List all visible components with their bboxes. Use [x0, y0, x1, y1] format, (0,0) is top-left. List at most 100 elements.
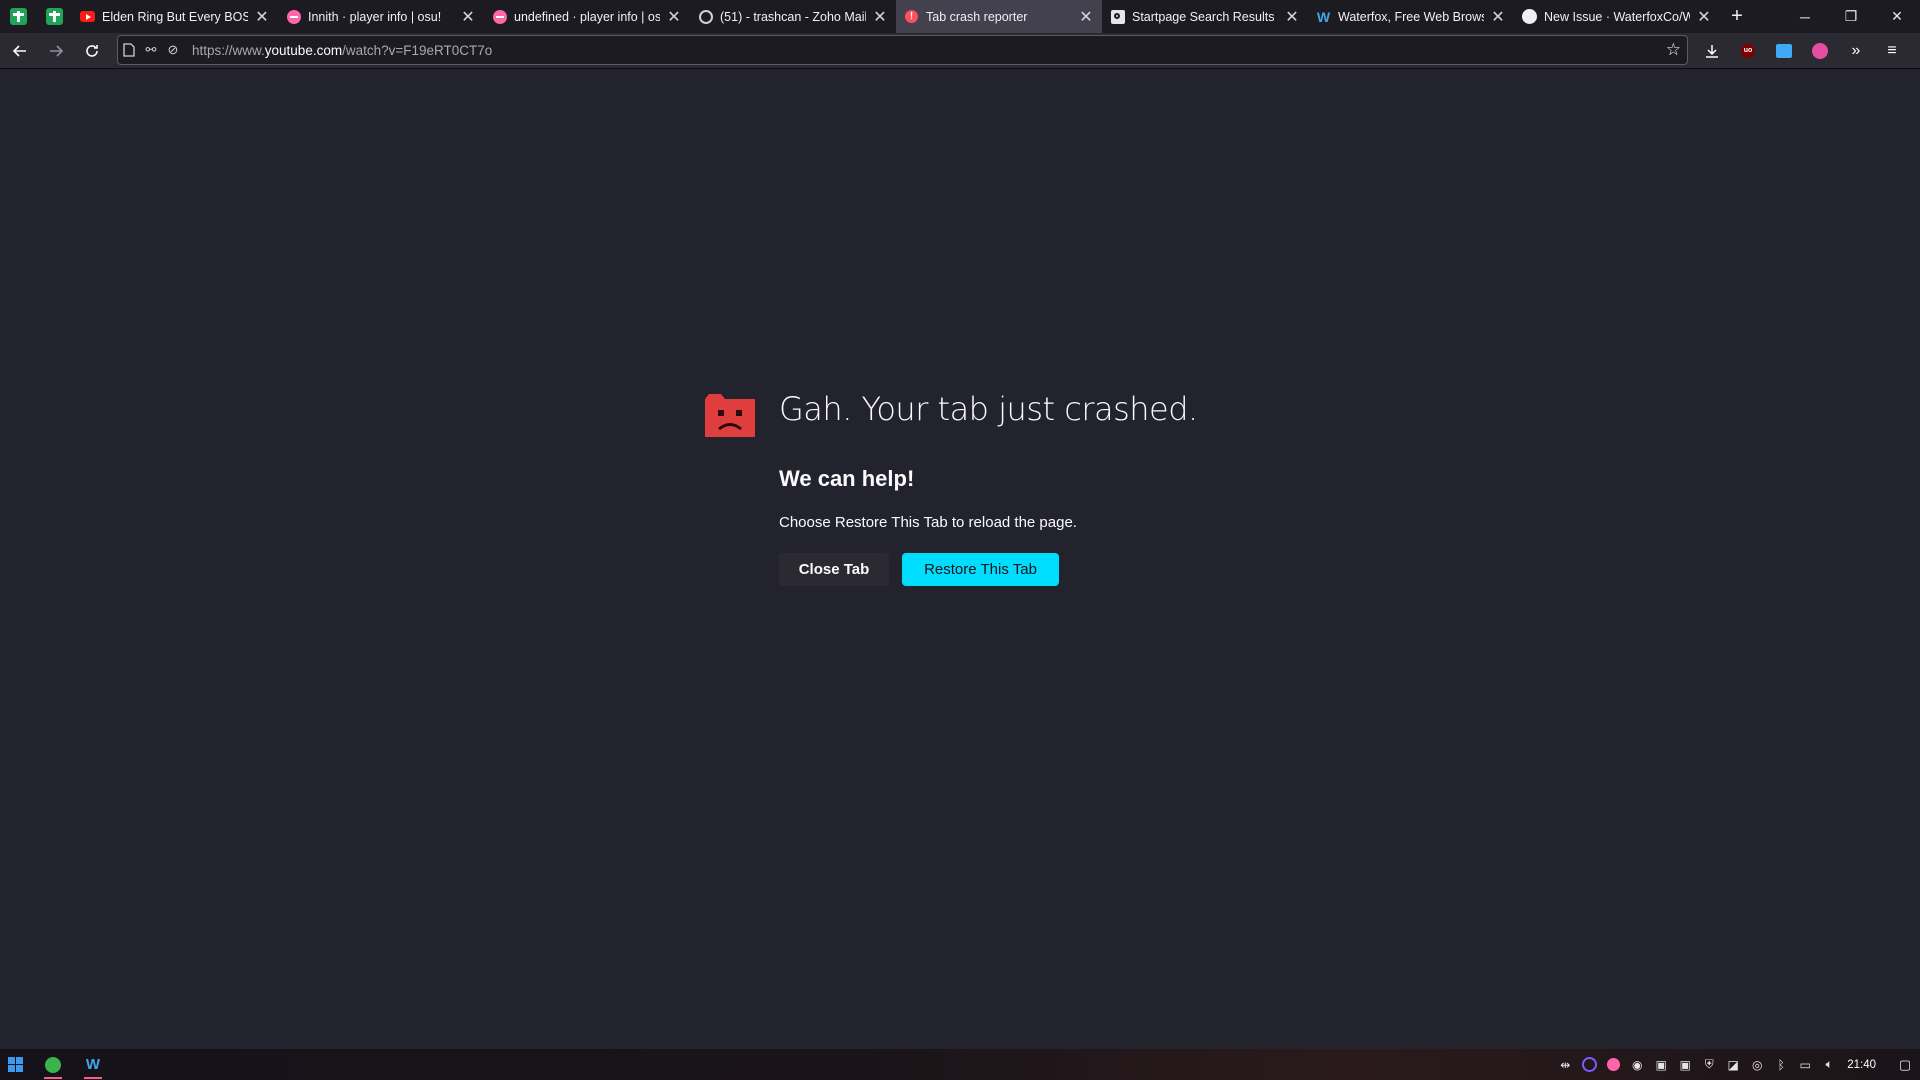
- extension-button[interactable]: [1766, 35, 1802, 67]
- window-controls: ─ ❐ ✕: [1782, 0, 1920, 33]
- minimize-button[interactable]: ─: [1782, 0, 1828, 33]
- restore-tab-button[interactable]: Restore This Tab: [902, 553, 1059, 586]
- ublock-icon: uo: [1741, 44, 1755, 58]
- tab-label: Elden Ring But Every BOSS I: [102, 9, 248, 24]
- sheets-icon: [45, 8, 63, 25]
- avatar-icon: [1812, 43, 1828, 59]
- clock[interactable]: 21:40: [1847, 1059, 1876, 1071]
- forward-button[interactable]: [40, 35, 72, 67]
- taskbar-app-1[interactable]: [36, 1049, 70, 1080]
- url-prefix: https://www.: [192, 42, 265, 58]
- warning-icon: !: [904, 9, 919, 24]
- tray-app-icon[interactable]: ◪: [1721, 1058, 1745, 1072]
- pinned-tab-1[interactable]: [0, 0, 36, 33]
- new-tab-button[interactable]: +: [1720, 0, 1754, 33]
- page-icon[interactable]: [118, 43, 140, 57]
- app-menu-button[interactable]: ≡: [1874, 35, 1910, 67]
- sheets-icon: [9, 8, 27, 25]
- tab-osu-undefined[interactable]: undefined · player info | osu! ✕: [484, 0, 690, 33]
- tray-app-icon[interactable]: ▣: [1673, 1058, 1697, 1072]
- tab-strip: Elden Ring But Every BOSS I ✕ Innith · p…: [0, 0, 1920, 33]
- close-tab-icon[interactable]: ✕: [1078, 9, 1094, 26]
- tab-list: Elden Ring But Every BOSS I ✕ Innith · p…: [72, 0, 1720, 33]
- tab-zoho-mail[interactable]: (51) - trashcan - Zoho Mail ( ✕: [690, 0, 896, 33]
- reload-icon: [86, 44, 98, 57]
- waterfox-icon: W: [85, 1056, 101, 1073]
- tab-label: (51) - trashcan - Zoho Mail (: [720, 9, 866, 24]
- osu-icon: [286, 9, 301, 24]
- close-tab-icon[interactable]: ✕: [1696, 9, 1712, 26]
- url-bar[interactable]: ⚯ ⊘ https://www.youtube.com/watch?v=F19e…: [117, 35, 1688, 65]
- url-text[interactable]: https://www.youtube.com/watch?v=F19eRT0C…: [192, 43, 492, 58]
- tab-crash-reporter[interactable]: ! Tab crash reporter ✕: [896, 0, 1102, 33]
- pinned-tab-2[interactable]: [36, 0, 72, 33]
- notification-icon[interactable]: ▢: [1890, 1057, 1920, 1073]
- github-icon: [1522, 9, 1537, 24]
- bluetooth-icon[interactable]: ᛒ: [1769, 1058, 1793, 1072]
- crash-subtitle: We can help!: [779, 466, 915, 491]
- toolbar-extensions: uo » ≡: [1694, 33, 1910, 69]
- download-icon: [1706, 45, 1718, 58]
- tab-waterfox[interactable]: W Waterfox, Free Web Browser ✕: [1308, 0, 1514, 33]
- bookmark-star-icon[interactable]: ☆: [1666, 40, 1681, 60]
- system-tray: ⇹ ◉ ▣ ▣ ⛨ ◪ ◎ ᛒ ▭ 🔈︎ 21:40 ▢: [1553, 1049, 1920, 1080]
- sad-tab-icon: [705, 394, 755, 437]
- hamburger-icon: ≡: [1887, 42, 1897, 59]
- osu-icon: [492, 9, 507, 24]
- tab-osu-innith[interactable]: Innith · player info | osu! ✕: [278, 0, 484, 33]
- back-arrow-icon: [12, 44, 26, 57]
- tray-arrows-icon[interactable]: ⇹: [1553, 1058, 1577, 1072]
- youtube-icon: [80, 9, 95, 24]
- close-tab-icon[interactable]: ✕: [1284, 9, 1300, 26]
- close-tab-icon[interactable]: ✕: [872, 9, 888, 26]
- url-host: youtube.com: [264, 42, 343, 58]
- extension-icon: [1776, 44, 1792, 58]
- overflow-menu-button[interactable]: »: [1838, 35, 1874, 67]
- chevron-double-right-icon: »: [1851, 42, 1861, 59]
- tab-label: Tab crash reporter: [926, 9, 1028, 24]
- back-button[interactable]: [4, 35, 36, 67]
- tab-startpage[interactable]: Startpage Search Results ✕: [1102, 0, 1308, 33]
- tracking-protection-icon[interactable]: ⊘: [162, 42, 184, 58]
- tab-label: undefined · player info | osu!: [514, 9, 660, 24]
- close-tab-icon[interactable]: ✕: [254, 9, 270, 26]
- taskbar-waterfox[interactable]: W: [76, 1049, 110, 1080]
- windows-logo-icon: [7, 1057, 23, 1072]
- discord-icon[interactable]: ◉: [1625, 1058, 1649, 1072]
- zoho-mail-icon: [698, 9, 713, 24]
- navigation-toolbar: ⚯ ⊘ https://www.youtube.com/watch?v=F19e…: [0, 33, 1920, 69]
- reload-button[interactable]: [76, 35, 108, 67]
- volume-icon[interactable]: 🔈︎: [1817, 1057, 1841, 1072]
- downloads-button[interactable]: [1694, 35, 1730, 67]
- taskbar: W ⇹ ◉ ▣ ▣ ⛨ ◪ ◎ ᛒ ▭ 🔈︎ 21:40 ▢: [0, 1049, 1920, 1080]
- app-icon: [45, 1056, 61, 1073]
- restore-window-button[interactable]: ❐: [1828, 0, 1874, 33]
- waterfox-icon: W: [1316, 8, 1331, 25]
- url-path: /watch?v=F19eRT0CT7o: [342, 42, 493, 58]
- close-tab-icon[interactable]: ✕: [1490, 9, 1506, 26]
- tab-label: New Issue · WaterfoxCo/Wat: [1544, 9, 1690, 24]
- forward-arrow-icon: [50, 44, 64, 57]
- ublock-origin-button[interactable]: uo: [1730, 35, 1766, 67]
- close-tab-button[interactable]: Close Tab: [779, 553, 889, 586]
- close-tab-icon[interactable]: ✕: [666, 9, 682, 26]
- crash-title: Gah. Your tab just crashed.: [779, 390, 1198, 428]
- startpage-icon: [1110, 9, 1125, 24]
- close-tab-icon[interactable]: ✕: [460, 9, 476, 26]
- tab-github[interactable]: New Issue · WaterfoxCo/Wat ✕: [1514, 0, 1720, 33]
- steam-icon[interactable]: ◎: [1745, 1058, 1769, 1072]
- profile-extension-button[interactable]: [1802, 35, 1838, 67]
- tab-youtube[interactable]: Elden Ring But Every BOSS I ✕: [72, 0, 278, 33]
- network-icon[interactable]: ▭: [1793, 1058, 1817, 1072]
- security-icon[interactable]: ⛨: [1697, 1057, 1721, 1072]
- tab-label: Startpage Search Results: [1132, 9, 1275, 24]
- tab-label: Innith · player info | osu!: [308, 9, 442, 24]
- tab-label: Waterfox, Free Web Browser: [1338, 9, 1484, 24]
- close-window-button[interactable]: ✕: [1874, 0, 1920, 33]
- tray-osu-icon[interactable]: [1601, 1058, 1625, 1071]
- start-button[interactable]: [0, 1049, 30, 1080]
- crash-description: Choose Restore This Tab to reload the pa…: [779, 514, 1077, 531]
- tray-app-icon[interactable]: ▣: [1649, 1058, 1673, 1072]
- permissions-icon[interactable]: ⚯: [140, 42, 162, 58]
- tray-ring-icon[interactable]: [1577, 1057, 1601, 1072]
